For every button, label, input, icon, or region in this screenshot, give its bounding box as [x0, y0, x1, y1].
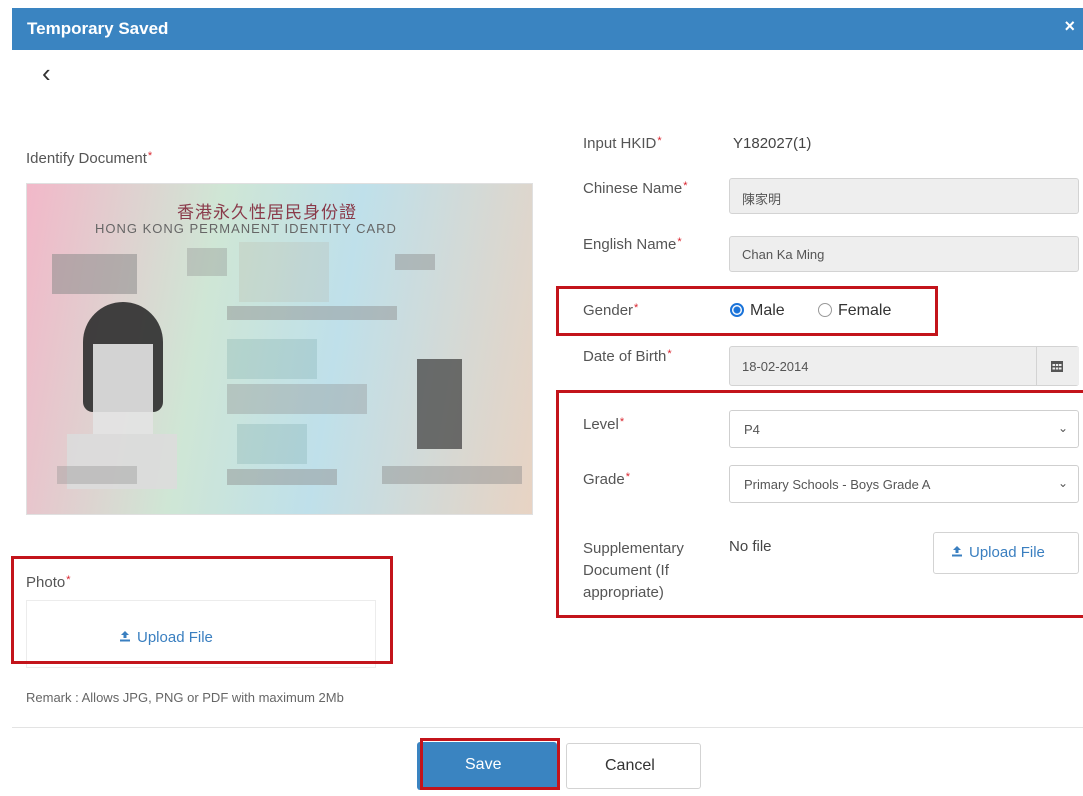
cancel-button-label: Cancel: [605, 757, 655, 774]
footer-divider: [12, 727, 1083, 728]
photo-highlight-box: [11, 556, 393, 664]
card-english-title: HONG KONG PERMANENT IDENTITY CARD: [95, 221, 397, 236]
english-name-label-text: English Name: [583, 236, 677, 253]
calendar-button[interactable]: [1036, 347, 1079, 385]
modal-titlebar: Temporary Saved ×: [12, 8, 1083, 50]
close-icon[interactable]: ×: [1064, 16, 1075, 37]
identify-document-label: Identify Document*: [26, 150, 152, 167]
card-chinese-title: 香港永久性居民身份證: [177, 203, 357, 222]
english-name-field[interactable]: Chan Ka Ming: [729, 236, 1079, 272]
identify-document-label-text: Identify Document: [26, 150, 147, 167]
required-asterisk: *: [147, 150, 153, 162]
pixelated-portrait-face: [93, 344, 153, 434]
hkid-value: Y182027(1): [733, 135, 812, 152]
back-arrow-icon[interactable]: ‹: [42, 60, 51, 86]
pixelated-block: [52, 254, 137, 294]
pixelated-block: [237, 424, 307, 464]
cancel-button[interactable]: Cancel: [566, 743, 701, 789]
pixelated-small-portrait: [417, 359, 462, 449]
pixelated-block: [382, 466, 522, 484]
chinese-name-label: Chinese Name*: [583, 180, 688, 197]
pixelated-block: [239, 242, 329, 302]
dob-field[interactable]: 18-02-2014: [729, 346, 1079, 386]
pixelated-block: [227, 306, 397, 320]
gender-highlight-box: [556, 286, 938, 336]
pixelated-block: [227, 469, 337, 485]
pixelated-block: [57, 466, 137, 484]
required-asterisk: *: [657, 135, 662, 147]
level-grade-highlight-box: [556, 390, 1083, 618]
id-card-image: 香港永久性居民身份證 HONG KONG PERMANENT IDENTITY …: [26, 183, 533, 515]
chinese-name-label-text: Chinese Name: [583, 180, 683, 197]
pixelated-block: [395, 254, 435, 270]
file-remark: Remark : Allows JPG, PNG or PDF with max…: [26, 690, 344, 705]
dob-label: Date of Birth*: [583, 348, 672, 365]
required-asterisk: *: [683, 180, 688, 192]
required-asterisk: *: [677, 236, 682, 248]
chinese-name-field[interactable]: 陳家明: [729, 178, 1079, 214]
hkid-label-text: Input HKID: [583, 135, 657, 152]
dob-label-text: Date of Birth: [583, 348, 667, 365]
pixelated-block: [227, 384, 367, 414]
calendar-icon: [1050, 359, 1064, 378]
english-name-label: English Name*: [583, 236, 682, 253]
dob-value: 18-02-2014: [742, 359, 809, 374]
hkid-label: Input HKID*: [583, 135, 662, 152]
modal-title: Temporary Saved: [27, 19, 169, 38]
required-asterisk: *: [667, 348, 672, 360]
pixelated-block: [227, 339, 317, 379]
save-highlight-box: [420, 738, 560, 790]
pixelated-block: [187, 248, 227, 276]
